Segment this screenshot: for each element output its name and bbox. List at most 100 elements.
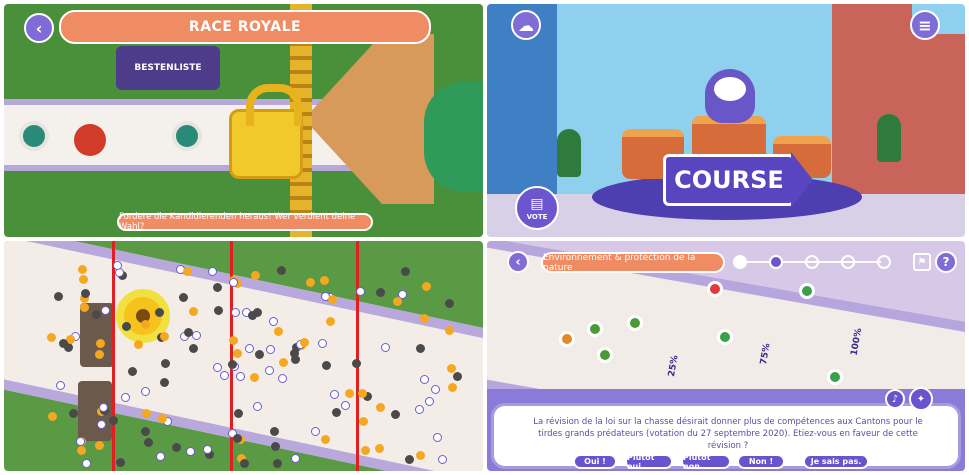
help-button[interactable]: ? [935, 251, 957, 273]
crowd-character [306, 278, 316, 288]
crowd-character [424, 396, 434, 406]
crowd-character [78, 274, 88, 284]
leaderboard-sign[interactable]: BESTENLISTE [116, 46, 220, 90]
crowd-character [172, 442, 182, 452]
crowd-character [269, 427, 279, 437]
crowd-character [128, 366, 138, 376]
crowd-character [140, 386, 150, 396]
crowd-character [392, 296, 402, 306]
crowd-character [360, 445, 370, 455]
course-sign[interactable]: COURSE [663, 154, 795, 206]
course-sign-label: COURSE [674, 166, 784, 194]
menu-icon: ≡ [918, 15, 932, 35]
back-button[interactable]: ‹ [507, 251, 529, 273]
crowd-character [185, 447, 195, 457]
progress-step-2 [769, 255, 783, 269]
menu-button[interactable]: ≡ [910, 10, 940, 40]
answer-rather-no-button[interactable]: Plutôt non. [681, 453, 731, 471]
crowd-character [144, 437, 154, 447]
vote-button[interactable]: ▤ VOTE [515, 186, 559, 230]
crowd-character [231, 307, 241, 317]
lightbulb-icon: ✦ [916, 393, 926, 405]
crowd-character [345, 388, 355, 398]
mascot-character [705, 69, 755, 123]
crowd-character [328, 294, 338, 304]
race-royale-panel: BESTENLISTE ‹ RACE ROYALE Fordere die Ka… [4, 4, 483, 237]
chevron-left-icon: ‹ [515, 254, 521, 270]
crowd-character [80, 289, 90, 299]
tree [557, 129, 581, 177]
progress-step-1 [733, 255, 747, 269]
leaderboard-label: BESTENLISTE [134, 63, 202, 73]
padlock-icon [229, 84, 303, 179]
crowd-character [101, 305, 111, 315]
answer-label: Plutôt oui. [627, 452, 655, 471]
crowd-character [233, 408, 243, 418]
crowd-character [140, 320, 150, 330]
answer-no-button[interactable]: Non ! [737, 454, 785, 469]
checkpoint-line [112, 241, 115, 471]
book-icon: ▤ [530, 195, 544, 212]
crowd-character [356, 287, 366, 297]
candidate-pin [799, 283, 815, 299]
crowd-character [446, 363, 456, 373]
category-text: Environnement & protection de la nature [543, 252, 696, 273]
candidate-pin [587, 321, 603, 337]
crowd-character [273, 327, 283, 337]
question-panel: 25% 75% 100% ‹ Environnement & protectio… [487, 241, 965, 471]
caption-text: Fordere die Kandidierenden heraus! Wer v… [119, 212, 356, 232]
crowd-character [115, 458, 125, 468]
crowd-character [445, 298, 455, 308]
crowd-character [77, 446, 87, 456]
chevron-left-icon: ‹ [35, 18, 43, 38]
keyhole-marker [19, 121, 49, 151]
crowd-character [188, 344, 198, 354]
page-title-text: RACE ROYALE [188, 19, 302, 35]
crowd-character [182, 266, 192, 276]
candidate-house [304, 34, 434, 204]
answer-dont-know-button[interactable]: Je sais pas. [803, 454, 869, 469]
candidate-pin [707, 281, 723, 297]
help-icon: ? [942, 255, 950, 269]
crowd-character [253, 401, 262, 411]
crowd-character [320, 276, 330, 286]
crowd-character [122, 321, 132, 331]
finish-flag-button[interactable]: ⚑ [913, 253, 931, 271]
course-panel: COURSE ☁ ≡ ▤ VOTE [487, 4, 965, 237]
crowd-character [159, 331, 169, 341]
crowd-character [94, 440, 104, 450]
crowd-character [108, 415, 118, 425]
crowd-character [270, 442, 280, 452]
red-tower [832, 4, 912, 194]
candidate-pin [717, 329, 733, 345]
answer-rather-yes-button[interactable]: Plutôt oui. [625, 452, 673, 471]
back-button[interactable]: ‹ [24, 13, 54, 43]
progress-step-3 [805, 255, 819, 269]
crowd-character [447, 382, 457, 392]
crowd-character [310, 426, 320, 436]
crowd-character [96, 419, 106, 429]
thought-bubble-button[interactable]: ☁ [511, 10, 541, 40]
candidate-pin [559, 331, 575, 347]
crowd-character [96, 339, 106, 349]
hint-button[interactable]: ✦ [909, 387, 933, 411]
crowd-character [404, 454, 414, 464]
crowd-character [401, 266, 411, 276]
crowd-character [291, 453, 301, 463]
flag-icon: ⚑ [917, 256, 927, 268]
thought-bubble-icon: ☁ [518, 15, 534, 35]
music-note-icon: ♪ [891, 393, 899, 405]
crowd-character [157, 414, 167, 424]
challenge-caption: Fordere die Kandidierenden heraus! Wer v… [117, 212, 373, 232]
crowd-character [351, 359, 361, 369]
crowd-character [46, 332, 56, 342]
crowd-character [452, 371, 462, 381]
candidate-pin [627, 315, 643, 331]
crowd-character [374, 443, 384, 453]
answer-yes-button[interactable]: Oui ! [573, 454, 617, 469]
audio-button[interactable]: ♪ [885, 389, 905, 409]
crowd-character [178, 292, 188, 302]
red-tower [907, 34, 965, 194]
crowd-character [141, 408, 151, 418]
green-building [424, 82, 483, 192]
